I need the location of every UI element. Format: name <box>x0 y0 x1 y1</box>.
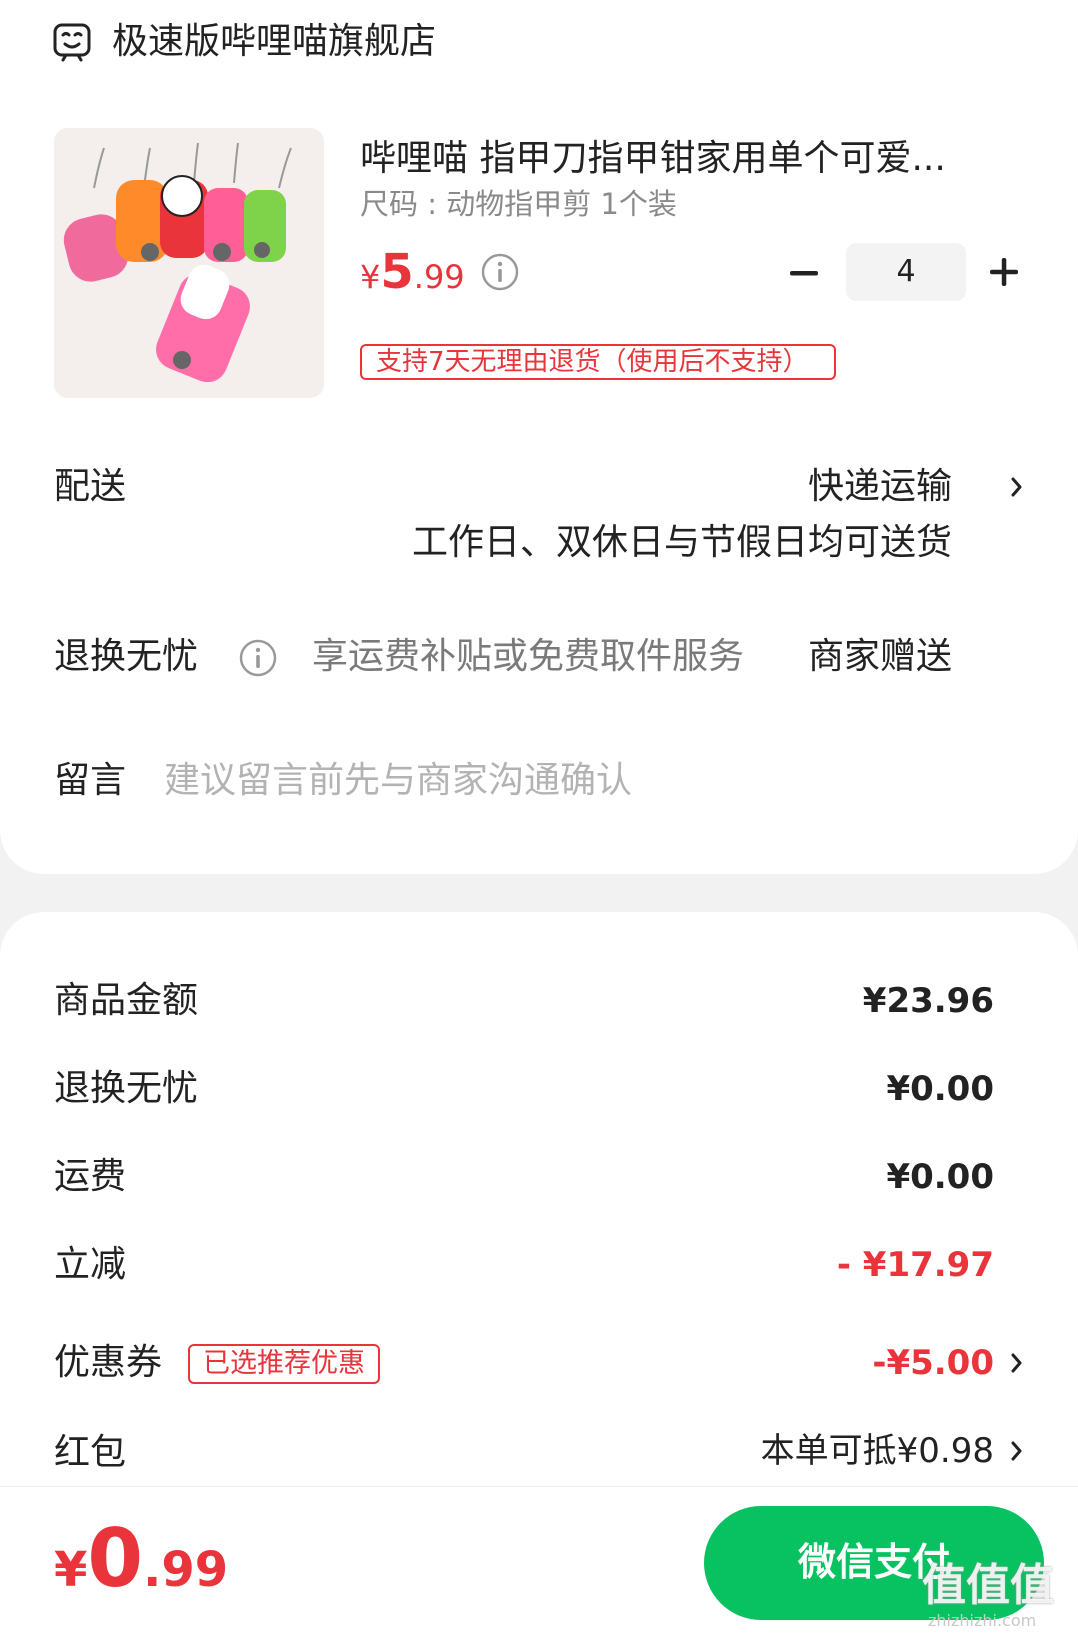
product-image[interactable] <box>54 128 324 398</box>
info-icon[interactable] <box>480 252 520 292</box>
coupon-label: 优惠券 <box>54 1342 163 1383</box>
increase-quantity-button[interactable] <box>986 254 1022 290</box>
total-currency: ¥ <box>54 1542 88 1598</box>
coupon-value[interactable]: -¥5.00 <box>872 1338 994 1388</box>
watermark: 值值值 zhizhizhi.com <box>922 1560 1068 1632</box>
worry-free-label: 退换无忧 <box>54 636 199 677</box>
message-label: 留言 <box>54 760 127 801</box>
store-name[interactable]: 极速版哔哩喵旗舰店 <box>112 18 436 66</box>
info-icon[interactable] <box>238 638 278 678</box>
product-title[interactable]: 哔哩喵 指甲刀指甲钳家用单个可爱... <box>360 134 1000 184</box>
product-spec[interactable]: 尺码 : 动物指甲剪 1个装 <box>360 184 677 224</box>
worry-free-fee-label: 退换无忧 <box>54 1068 199 1109</box>
store-face-icon <box>52 22 92 62</box>
price-currency: ¥ <box>360 258 381 296</box>
coupon-badge: 已选推荐优惠 <box>188 1344 380 1384</box>
instant-discount-label: 立减 <box>54 1244 127 1285</box>
watermark-url: zhizhizhi.com <box>928 1611 1037 1630</box>
message-input[interactable]: 建议留言前先与商家沟通确认 <box>164 756 632 806</box>
unit-price: ¥5.99 <box>360 244 465 311</box>
goods-amount-label: 商品金额 <box>54 980 199 1021</box>
instant-discount-value: - ¥17.97 <box>836 1245 994 1285</box>
goods-amount-value: ¥23.96 <box>862 981 994 1021</box>
chevron-right-icon[interactable] <box>1010 1438 1024 1464</box>
red-packet-value[interactable]: 本单可抵¥0.98 <box>761 1426 994 1476</box>
price-integer: 5 <box>380 244 414 300</box>
decrease-quantity-button[interactable] <box>786 258 822 288</box>
shipping-note: 工作日、双休日与节假日均可送货 <box>411 522 952 563</box>
worry-free-value: 商家赠送 <box>807 636 952 677</box>
chevron-right-icon[interactable] <box>1010 474 1024 500</box>
watermark-logo: 值值值 <box>922 1560 1054 1611</box>
quantity-value[interactable]: 4 <box>846 243 966 301</box>
price-decimal: .99 <box>413 258 465 296</box>
chevron-right-icon[interactable] <box>1010 1350 1024 1376</box>
red-packet-label: 红包 <box>54 1432 127 1473</box>
freight-value: ¥0.00 <box>886 1157 994 1197</box>
worry-free-description: 享运费补贴或免费取件服务 <box>312 636 745 677</box>
total-price: ¥0.99 <box>54 1514 228 1626</box>
worry-free-fee-value: ¥0.00 <box>886 1069 994 1109</box>
shipping-label: 配送 <box>54 466 127 507</box>
shipping-method[interactable]: 快递运输 <box>808 462 952 512</box>
return-policy-badge: 支持7天无理由退货（使用后不支持） <box>360 344 836 380</box>
freight-label: 运费 <box>54 1156 127 1197</box>
total-decimal: .99 <box>143 1542 229 1598</box>
total-integer: 0 <box>87 1512 144 1605</box>
